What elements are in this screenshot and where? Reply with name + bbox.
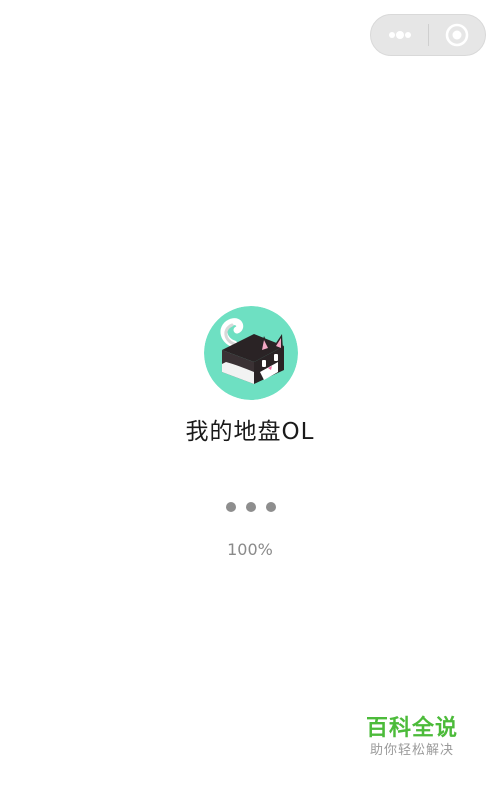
more-button[interactable]	[371, 15, 428, 55]
more-dots-icon	[388, 31, 411, 39]
loading-indicator	[226, 501, 276, 513]
watermark-subtitle: 助你轻松解决	[369, 743, 454, 758]
watermark: 百科全说 助你轻松解决	[362, 716, 462, 760]
app-logo	[204, 306, 298, 400]
close-target-icon	[445, 23, 469, 47]
loading-dot	[266, 502, 276, 512]
loading-progress-text: 100%	[227, 540, 273, 559]
loading-dot	[246, 502, 256, 512]
husky-cube-logo-icon	[204, 306, 298, 400]
close-button[interactable]	[429, 15, 485, 55]
watermark-title: 百科全说	[365, 716, 458, 741]
capsule-menu	[370, 14, 486, 56]
app-title: 我的地盘OL	[185, 419, 315, 445]
loading-dot	[226, 502, 236, 512]
mini-program-loading-page: 我的地盘OL 100% 百科全说 助你轻松解决	[0, 0, 500, 790]
